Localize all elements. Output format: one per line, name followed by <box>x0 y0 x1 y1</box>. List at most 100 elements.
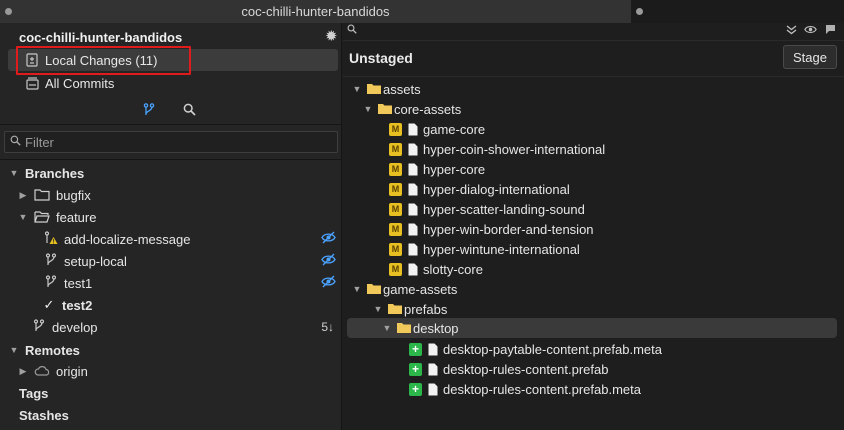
folder-assets[interactable]: ▼ assets <box>343 79 844 99</box>
eye-slash-icon[interactable] <box>321 275 336 291</box>
section-stashes[interactable]: Stashes <box>0 404 342 426</box>
chevron-down-icon: ▼ <box>18 212 28 222</box>
folder-feature-label: feature <box>56 209 97 225</box>
file-label: game-core <box>423 121 486 137</box>
section-branches-label: Branches <box>25 165 85 181</box>
file-row[interactable]: M hyper-win-border-and-tension <box>343 219 844 239</box>
branch-develop[interactable]: develop 5↓ <box>0 316 342 338</box>
branch-test1[interactable]: test1 <box>0 272 342 294</box>
file-label: hyper-dialog-international <box>423 181 570 197</box>
modified-badge: M <box>389 162 402 176</box>
repo-name: coc-chilli-hunter-bandidos <box>19 30 183 45</box>
folder-label: assets <box>383 81 421 97</box>
file-row[interactable]: + desktop-paytable-content.prefab.meta <box>343 339 844 359</box>
branch-label: develop <box>52 319 98 335</box>
filter-field[interactable] <box>4 131 338 153</box>
title-bar: coc-chilli-hunter-bandidos <box>0 0 844 23</box>
file-row[interactable]: M hyper-coin-shower-international <box>343 139 844 159</box>
section-tags[interactable]: Tags <box>0 382 342 404</box>
collapse-all-icon[interactable] <box>786 24 797 38</box>
tab-dot-icon-2 <box>636 8 643 15</box>
changes-panel: Unstaged Stage ▼ assets ▼ core-assets M … <box>343 23 844 430</box>
file-label: slotty-core <box>423 261 483 277</box>
highlight-box <box>16 46 191 75</box>
folder-icon <box>396 322 412 334</box>
section-remotes[interactable]: ▼ Remotes <box>0 339 342 361</box>
file-row[interactable]: + desktop-rules-content.prefab.meta <box>343 379 844 399</box>
file-row[interactable]: + desktop-rules-content.prefab <box>343 359 844 379</box>
branch-test2-current[interactable]: ✓ test2 <box>0 294 342 316</box>
file-icon <box>428 343 438 355</box>
comment-icon[interactable] <box>825 24 836 38</box>
branch-label: test2 <box>62 297 93 313</box>
file-row[interactable]: M slotty-core <box>343 259 844 279</box>
secondary-tab[interactable] <box>631 0 844 23</box>
stage-button[interactable]: Stage <box>783 45 837 69</box>
branch-icon <box>44 252 58 270</box>
tree-folder-feature[interactable]: ▼ feature <box>0 206 342 228</box>
folder-prefabs[interactable]: ▼ prefabs <box>343 299 844 319</box>
file-row[interactable]: M hyper-scatter-landing-sound <box>343 199 844 219</box>
folder-desktop[interactable]: ▼ desktop <box>347 318 837 338</box>
sidebar: coc-chilli-hunter-bandidos ✹ Local Chang… <box>0 23 342 430</box>
branch-setup-local[interactable]: setup-local <box>0 250 342 272</box>
file-icon <box>408 123 418 135</box>
file-label: hyper-core <box>423 161 486 177</box>
chevron-down-icon: ▼ <box>363 104 373 114</box>
window-title: coc-chilli-hunter-bandidos <box>241 4 390 19</box>
chevron-down-icon: ▼ <box>352 284 362 294</box>
checkmark-icon: ✓ <box>43 297 55 312</box>
branch-icon <box>32 318 46 336</box>
nav-all-commits-label: All Commits <box>45 75 115 91</box>
remote-origin[interactable]: ▶ origin <box>0 360 342 382</box>
modified-badge: M <box>389 242 402 256</box>
svg-text:!: ! <box>53 239 55 245</box>
file-icon <box>408 203 418 215</box>
section-tags-label: Tags <box>19 385 49 401</box>
modified-badge: M <box>389 202 402 216</box>
nav-all-commits[interactable]: All Commits <box>8 72 338 94</box>
file-label: hyper-scatter-landing-sound <box>423 201 585 217</box>
file-label: desktop-rules-content.prefab.meta <box>443 381 641 397</box>
file-icon <box>408 163 418 175</box>
folder-icon <box>366 283 382 295</box>
branch-warning-icon: ! <box>44 230 58 248</box>
section-stashes-label: Stashes <box>19 407 69 423</box>
file-row[interactable]: M hyper-wintune-international <box>343 239 844 259</box>
folder-icon <box>377 103 393 115</box>
branches-tab-icon[interactable] <box>139 103 159 121</box>
chevron-right-icon: ▶ <box>19 189 27 200</box>
branch-label: test1 <box>64 275 93 291</box>
search-tab-icon[interactable] <box>179 103 199 121</box>
file-row[interactable]: M hyper-dialog-international <box>343 179 844 199</box>
folder-core-assets[interactable]: ▼ core-assets <box>343 99 844 119</box>
sidebar-tabs <box>0 99 342 125</box>
file-row[interactable]: M hyper-core <box>343 159 844 179</box>
folder-label: prefabs <box>404 301 448 317</box>
file-icon <box>408 223 418 235</box>
file-icon <box>408 183 418 195</box>
chevron-down-icon: ▼ <box>9 168 19 178</box>
eye-slash-icon[interactable] <box>321 253 336 269</box>
divider <box>0 159 342 160</box>
folder-label: desktop <box>413 320 459 336</box>
search-icon[interactable] <box>347 24 357 37</box>
chevron-down-icon: ▼ <box>382 323 392 333</box>
section-remotes-label: Remotes <box>25 342 80 358</box>
file-row[interactable]: M game-core <box>343 119 844 139</box>
eye-icon[interactable] <box>804 24 817 38</box>
divider <box>343 76 844 77</box>
branch-icon <box>44 274 58 292</box>
modified-badge: M <box>389 222 402 236</box>
filter-input[interactable] <box>25 134 315 150</box>
eye-slash-icon[interactable] <box>321 231 336 247</box>
modified-badge: M <box>389 182 402 196</box>
modified-badge: M <box>389 142 402 156</box>
section-branches[interactable]: ▼ Branches <box>0 162 342 184</box>
branch-add-localize-message[interactable]: ! add-localize-message <box>0 228 342 250</box>
folder-game-assets[interactable]: ▼ game-assets <box>343 279 844 299</box>
settings-gear-icon[interactable]: ✹ <box>325 27 338 45</box>
branch-label: setup-local <box>64 253 127 269</box>
file-icon <box>428 363 438 375</box>
tree-folder-bugfix[interactable]: ▶ bugfix <box>0 184 342 206</box>
